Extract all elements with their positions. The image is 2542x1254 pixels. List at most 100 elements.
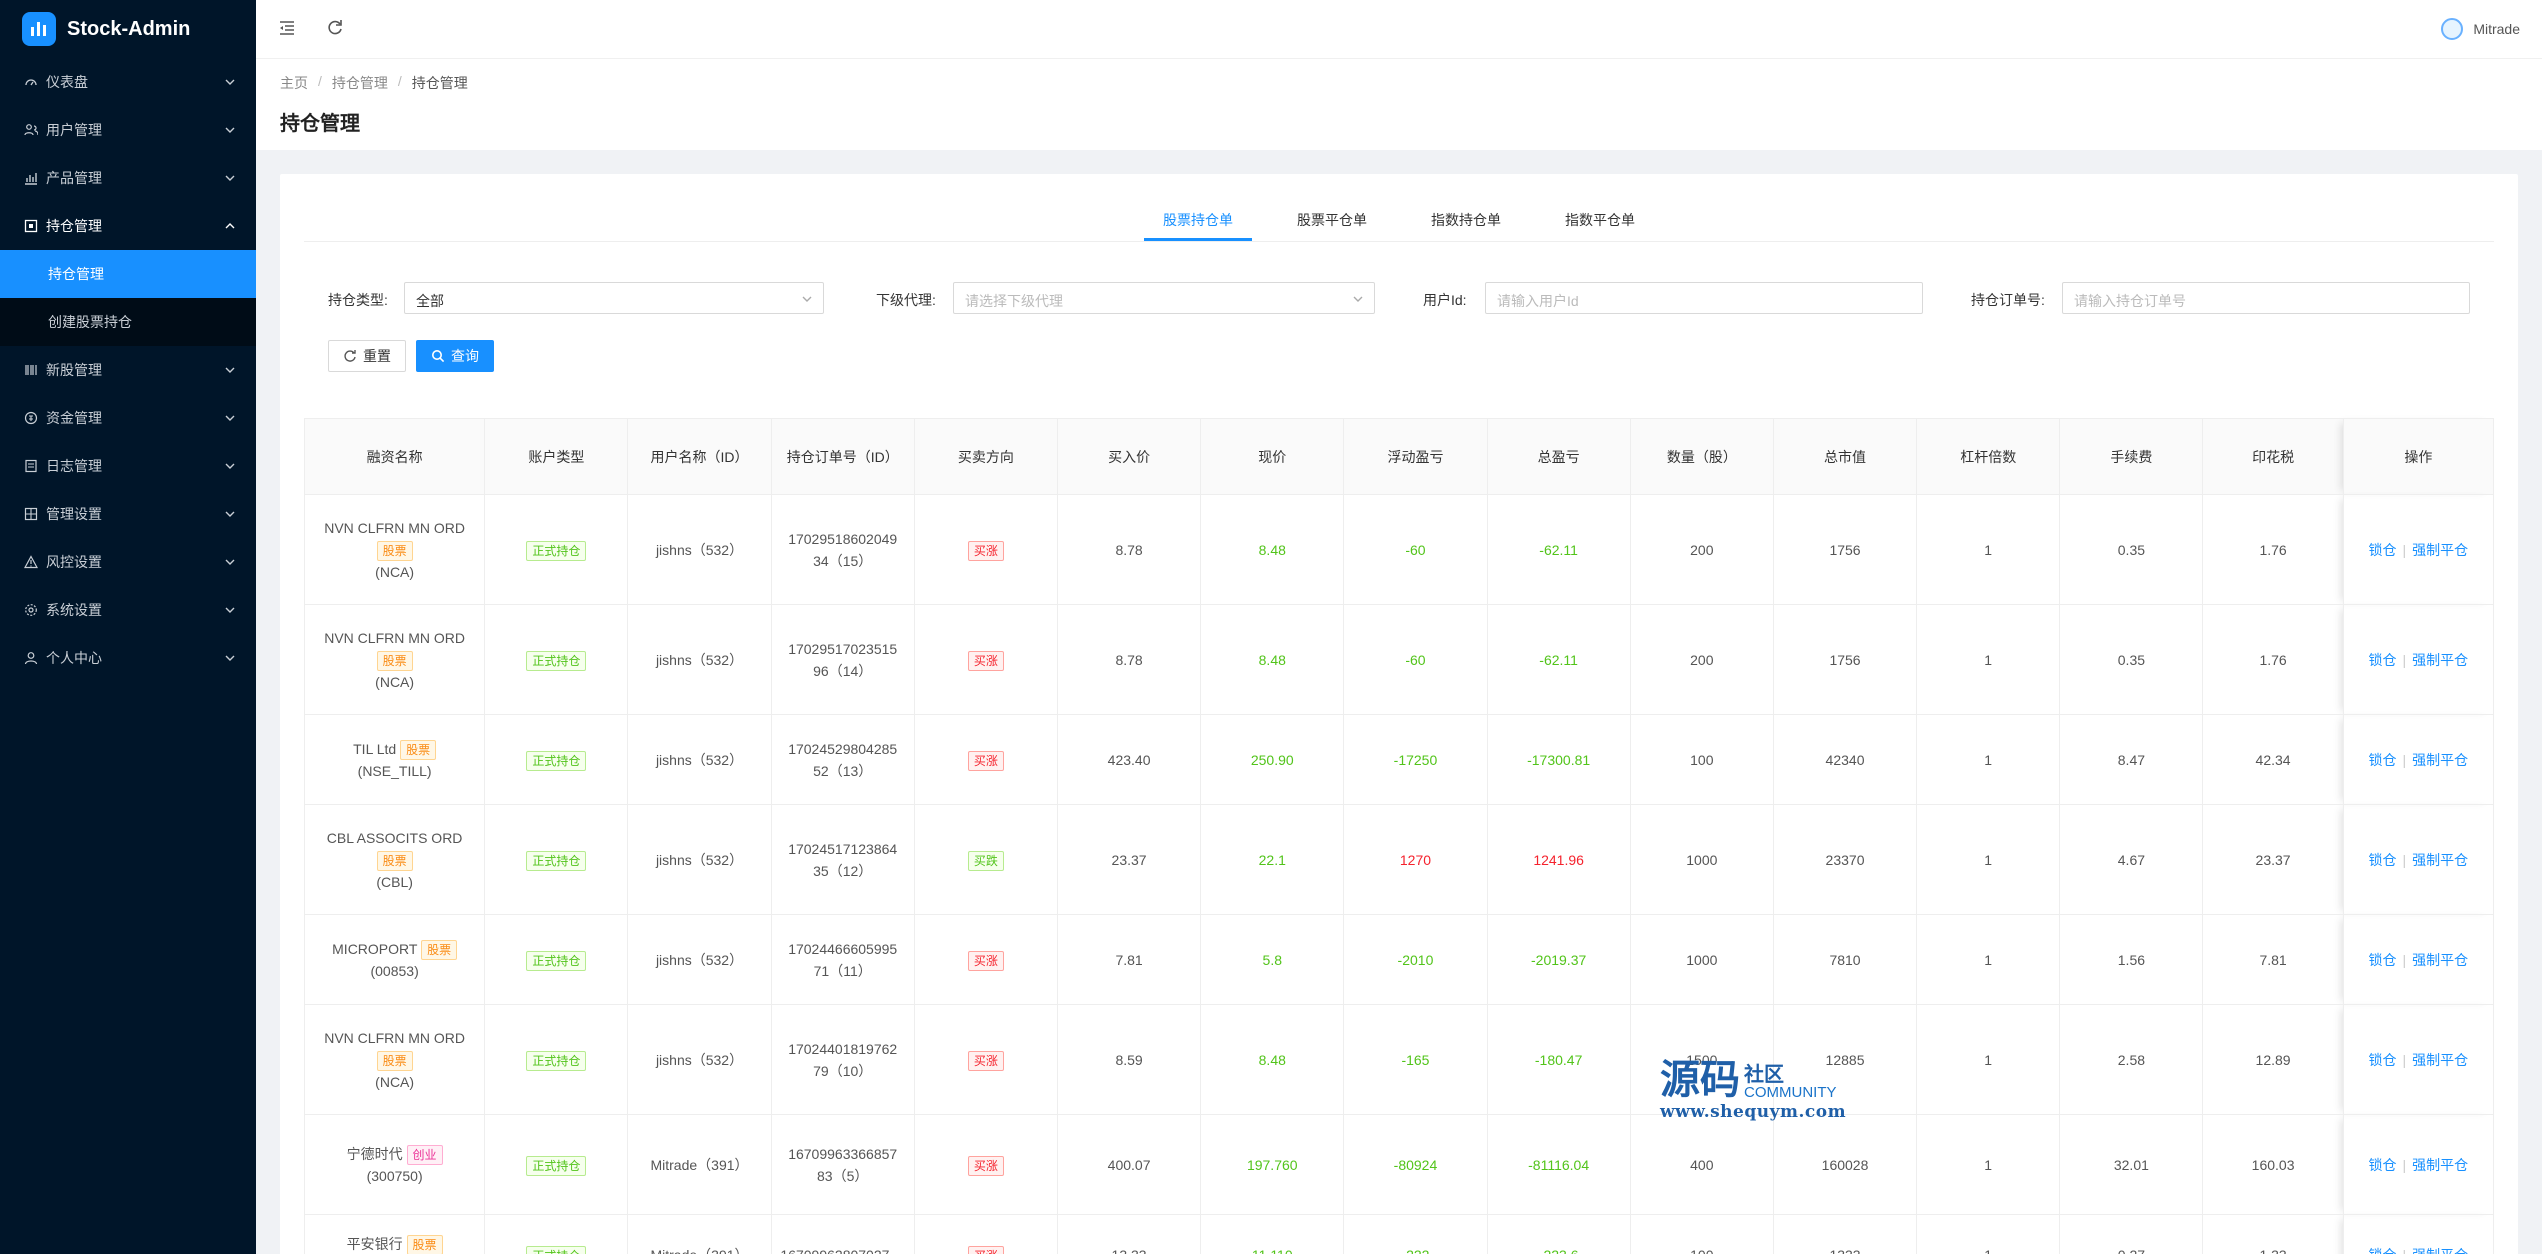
col-header: 账户类型: [484, 418, 629, 495]
table-row: NVN CLFRN MN ORD 股票 (NCA) 正式持仓 jishns（532） 1…: [303, 1004, 2495, 1115]
barcode-icon: [25, 365, 37, 375]
chevron-down-icon: [225, 511, 235, 517]
tab-stock-positions[interactable]: 股票持仓单: [1138, 174, 1258, 241]
sidebar-item[interactable]: 系统设置: [0, 586, 256, 634]
force-close-link[interactable]: 强制平仓: [2412, 1052, 2468, 1068]
leverage-cell: 1: [1916, 604, 2061, 715]
sidebar-item-label: 用户管理: [46, 122, 102, 138]
name-cell: NVN CLFRN MN ORD 股票 (NCA): [303, 1004, 486, 1115]
name-cell: 宁德时代 创业 (300750): [303, 1114, 486, 1215]
lock-position-link[interactable]: 锁仓: [2369, 1157, 2397, 1173]
account-type-cell: 正式持仓: [484, 1114, 629, 1215]
reset-label: 重置: [363, 348, 391, 364]
force-close-link[interactable]: 强制平仓: [2412, 542, 2468, 558]
action-separator: |: [2402, 951, 2407, 968]
order-no-input[interactable]: 请输入持仓订单号: [2062, 282, 2470, 314]
fee-cell: 32.01: [2059, 1114, 2204, 1215]
lock-position-link[interactable]: 锁仓: [2369, 752, 2397, 768]
action-separator: |: [2402, 1156, 2407, 1173]
sidebar-item[interactable]: 日志管理: [0, 442, 256, 490]
sidebar-menu: 仪表盘 用户管理 产品管理 持仓管理 持仓管理 创建股票持仓 新股管理 资金管理 日志管理 管理设…: [0, 58, 256, 682]
force-close-link[interactable]: 强制平仓: [2412, 952, 2468, 968]
direction-tag: 买涨: [967, 1155, 1004, 1176]
stamp-tax-cell: 42.34: [2202, 714, 2344, 805]
user-cell: jishns（532）: [627, 914, 772, 1005]
lock-position-link[interactable]: 锁仓: [2369, 1247, 2397, 1254]
lock-position-link[interactable]: 锁仓: [2369, 952, 2397, 968]
force-close-link[interactable]: 强制平仓: [2412, 852, 2468, 868]
user-cell: jishns（532）: [627, 1004, 772, 1115]
agent-placeholder: 请选择下级代理: [965, 293, 1063, 309]
stamp-tax-cell: 160.03: [2202, 1114, 2344, 1215]
current-price-cell: 8.48: [1200, 1004, 1345, 1115]
order-no-label: 持仓订单号:: [1971, 292, 2045, 308]
floating-pnl-cell: -60: [1343, 494, 1488, 605]
table-row: MICROPORT 股票 (00853) 正式持仓 jishns（532） 170244…: [303, 914, 2495, 1005]
total-pnl-cell: -2019.37: [1486, 914, 1631, 1005]
reset-button[interactable]: 重置: [328, 340, 406, 372]
sidebar-item[interactable]: 用户管理: [0, 106, 256, 154]
order-cell: 17024529804285 52（13）: [770, 714, 915, 805]
menu-fold-icon[interactable]: [278, 19, 298, 39]
breadcrumb-section[interactable]: 持仓管理: [332, 73, 388, 93]
tab-index-positions[interactable]: 指数持仓单: [1406, 174, 1526, 241]
top-header: Mitrade: [256, 0, 2542, 58]
account-type-tag: 正式持仓: [526, 1245, 587, 1254]
chart-icon: [25, 173, 37, 185]
breadcrumb: 主页 / 持仓管理 / 持仓管理: [280, 73, 2518, 93]
order-cell: 17024466605995 71（11）: [770, 914, 915, 1005]
agent-select[interactable]: 请选择下级代理: [953, 282, 1375, 314]
tab-bar: 股票持仓单 股票平仓单 指数持仓单 指数平仓单: [304, 174, 2494, 242]
position-type-select[interactable]: 全部: [404, 282, 824, 314]
positions-table: 融资名称 账户类型 用户名称（ID） 持仓订单号（ID） 买卖方向 买入价 现价…: [303, 418, 2495, 1254]
lock-position-link[interactable]: 锁仓: [2369, 852, 2397, 868]
action-separator: |: [2402, 851, 2407, 868]
username: Mitrade: [2473, 21, 2520, 37]
actions-cell: 锁仓 | 强制平仓: [2342, 804, 2495, 915]
account-type-tag: 正式持仓: [526, 750, 587, 771]
user-id-input[interactable]: 请输入用户Id: [1485, 282, 1923, 314]
sidebar-item[interactable]: 管理设置: [0, 490, 256, 538]
name-cell: NVN CLFRN MN ORD 股票 (NCA): [303, 604, 486, 715]
force-close-link[interactable]: 强制平仓: [2412, 1247, 2468, 1254]
force-close-link[interactable]: 强制平仓: [2412, 752, 2468, 768]
sidebar-item[interactable]: 持仓管理: [0, 202, 256, 250]
leverage-cell: 1: [1916, 804, 2061, 915]
logo[interactable]: Stock-Admin: [0, 0, 256, 58]
sidebar-item[interactable]: 产品管理: [0, 154, 256, 202]
breadcrumb-home[interactable]: 主页: [280, 73, 308, 93]
force-close-link[interactable]: 强制平仓: [2412, 652, 2468, 668]
sidebar-item[interactable]: 资金管理: [0, 394, 256, 442]
user-menu[interactable]: Mitrade: [2441, 18, 2520, 40]
sidebar-item[interactable]: 新股管理: [0, 346, 256, 394]
sidebar-item[interactable]: 个人中心: [0, 634, 256, 682]
sidebar-subitem[interactable]: 创建股票持仓: [0, 298, 256, 346]
chevron-down-icon: [225, 463, 235, 469]
chevron-down-icon: [225, 607, 235, 613]
market-value-cell: 42340: [1772, 714, 1918, 805]
stock-code: (NSE_TILL): [357, 762, 432, 779]
tab-stock-closed[interactable]: 股票平仓单: [1272, 174, 1392, 241]
sidebar-subitem[interactable]: 持仓管理: [0, 250, 256, 298]
stock-code: (NCA): [375, 673, 415, 690]
col-header: 买卖方向: [913, 418, 1058, 495]
refresh-icon[interactable]: [326, 19, 346, 39]
order-cell: 17029517023515 96（14）: [770, 604, 915, 715]
tab-index-closed[interactable]: 指数平仓单: [1540, 174, 1660, 241]
direction-tag: 买涨: [967, 650, 1004, 671]
lock-position-link[interactable]: 锁仓: [2369, 1052, 2397, 1068]
actions-cell: 锁仓 | 强制平仓: [2342, 1114, 2495, 1215]
lock-position-link[interactable]: 锁仓: [2369, 652, 2397, 668]
breadcrumb-separator: /: [318, 73, 322, 89]
watermark: 源码 社区 COMMUNITY www.shequym.com: [1660, 1058, 1846, 1122]
force-close-link[interactable]: 强制平仓: [2412, 1157, 2468, 1173]
breadcrumb-current: 持仓管理: [411, 75, 468, 91]
lock-position-link[interactable]: 锁仓: [2369, 542, 2397, 558]
log-icon: [25, 459, 37, 473]
direction-cell: 买涨: [913, 1114, 1058, 1215]
sidebar-item[interactable]: 仪表盘: [0, 58, 256, 106]
direction-cell: 买跌: [913, 804, 1058, 915]
query-button[interactable]: 查询: [416, 340, 494, 372]
col-header: 现价: [1200, 418, 1345, 495]
sidebar-item[interactable]: 风控设置: [0, 538, 256, 586]
